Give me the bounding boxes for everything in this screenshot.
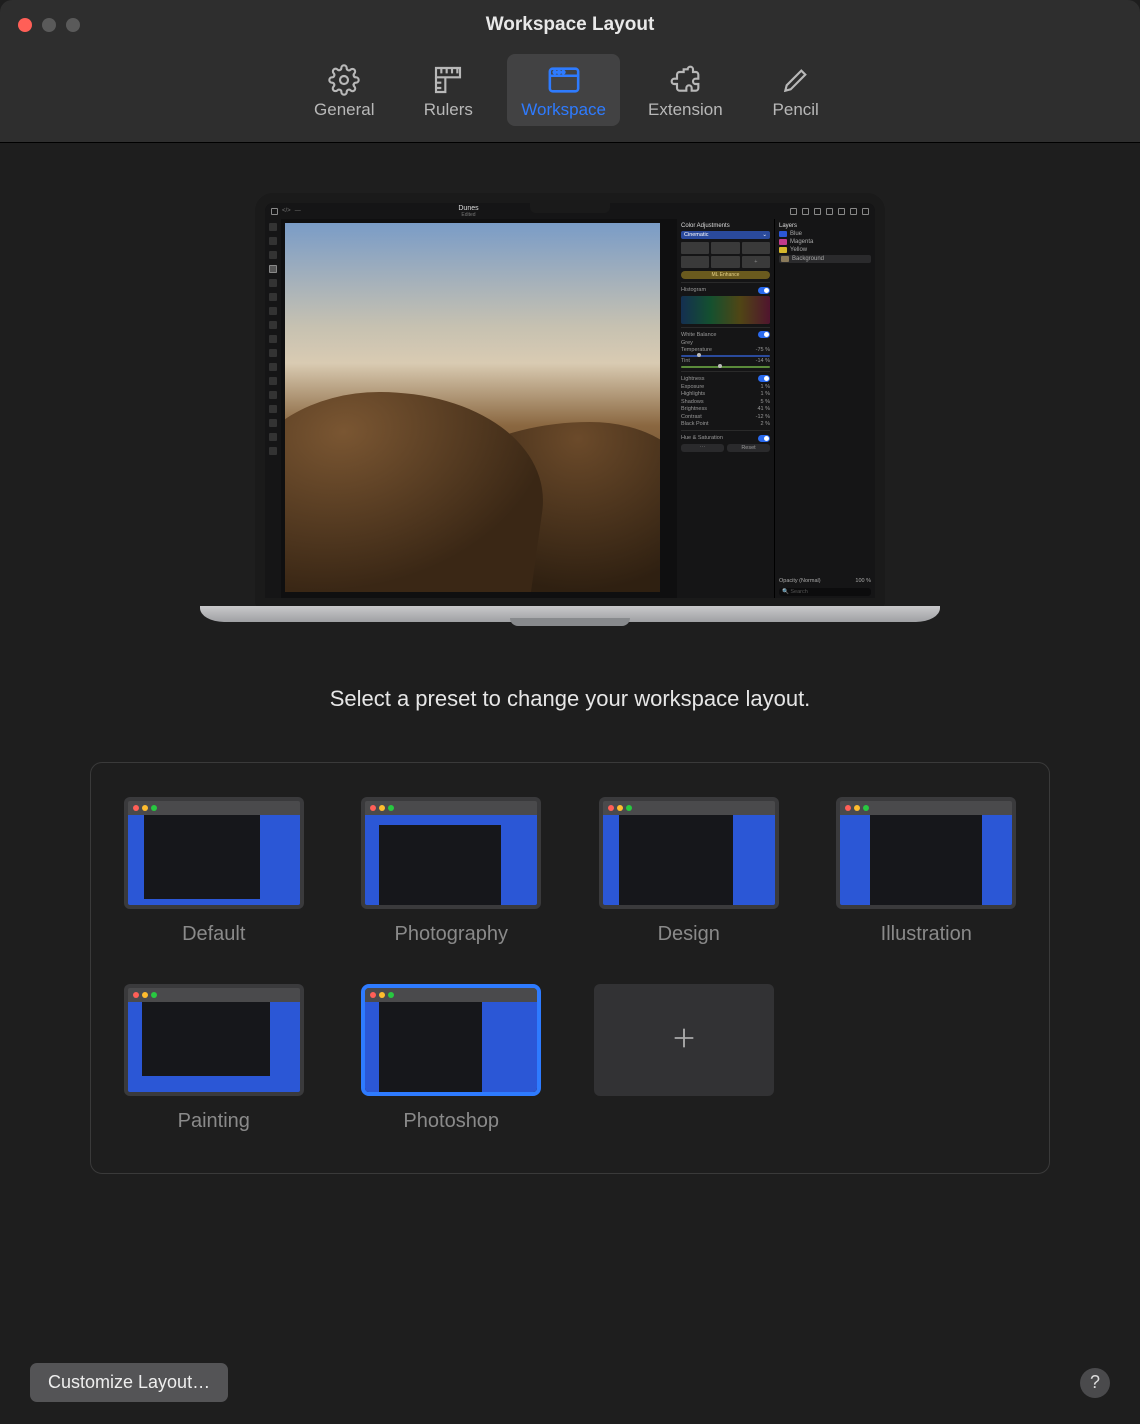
preset-design[interactable]: Design <box>594 797 784 946</box>
preset-default[interactable]: Default <box>119 797 309 946</box>
workspace-preview-laptop: </> — Dunes Edited L <box>200 193 940 638</box>
preset-photography[interactable]: Photography <box>357 797 547 946</box>
ruler-icon <box>430 62 466 98</box>
preview-canvas <box>285 223 660 592</box>
preview-tool-sidebar <box>265 219 281 598</box>
tab-label: General <box>314 100 374 120</box>
tab-extension[interactable]: Extension <box>634 54 737 126</box>
help-icon: ? <box>1090 1372 1100 1393</box>
preset-label: Default <box>182 923 245 946</box>
plus-icon <box>670 1019 698 1061</box>
window-icon <box>546 62 582 98</box>
tab-pencil[interactable]: Pencil <box>751 54 841 126</box>
content-area: </> — Dunes Edited L <box>0 143 1140 1174</box>
tab-label: Extension <box>648 100 723 120</box>
preset-label: Painting <box>178 1110 250 1133</box>
layers-panel-title: Layers <box>779 223 871 229</box>
puzzle-icon <box>667 62 703 98</box>
tab-workspace[interactable]: Workspace <box>507 54 620 126</box>
preview-adjustments-panel: Color Adjustments Cinematic⌄ + ML Enhanc… <box>677 219 775 598</box>
tab-label: Pencil <box>773 100 819 120</box>
gear-icon <box>326 62 362 98</box>
preset-container: Default Photography <box>90 762 1050 1174</box>
footer: Customize Layout… ? <box>0 1341 1140 1424</box>
preset-painting[interactable]: Painting <box>119 984 309 1133</box>
help-button[interactable]: ? <box>1080 1368 1110 1398</box>
preview-layers-panel: Layers Blue Magenta Yellow Background Op… <box>775 219 875 598</box>
titlebar: Workspace Layout <box>0 0 1140 50</box>
zoom-window-button[interactable] <box>66 18 80 32</box>
preset-label: Photography <box>395 923 508 946</box>
window-title: Workspace Layout <box>0 14 1140 36</box>
preset-photoshop[interactable]: Photoshop <box>357 984 547 1133</box>
tab-rulers[interactable]: Rulers <box>403 54 493 126</box>
close-window-button[interactable] <box>18 18 32 32</box>
minimize-window-button[interactable] <box>42 18 56 32</box>
tab-general[interactable]: General <box>299 54 389 126</box>
tab-label: Workspace <box>521 100 606 120</box>
tab-label: Rulers <box>424 100 473 120</box>
pencil-icon <box>778 62 814 98</box>
add-preset-button[interactable] <box>594 984 774 1096</box>
preset-label: Photoshop <box>403 1110 499 1133</box>
preset-label: Illustration <box>881 923 972 946</box>
preset-illustration[interactable]: Illustration <box>832 797 1022 946</box>
preview-doc-subtitle: Edited <box>458 212 478 218</box>
preset-label: Design <box>658 923 720 946</box>
preferences-toolbar: General Rulers Workspace Extension Penci… <box>0 50 1140 143</box>
instruction-text: Select a preset to change your workspace… <box>330 686 811 712</box>
preview-doc-title: Dunes <box>458 205 478 212</box>
customize-layout-button[interactable]: Customize Layout… <box>30 1363 228 1402</box>
traffic-lights <box>0 18 80 32</box>
